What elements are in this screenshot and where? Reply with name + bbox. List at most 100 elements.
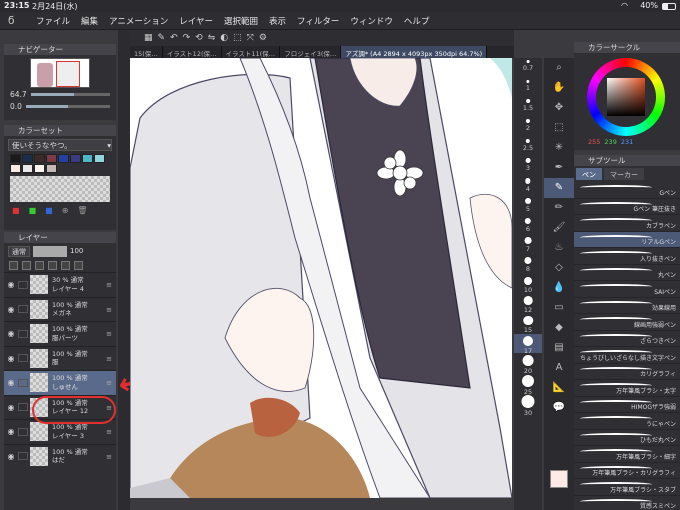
ruler-icon[interactable]: 📐	[544, 378, 574, 398]
menu-item[interactable]: 表示	[269, 15, 286, 27]
brush-size-option[interactable]: 30	[514, 393, 542, 417]
blend-icon[interactable]: 💧	[544, 278, 574, 298]
balloon-icon[interactable]: 💬	[544, 398, 574, 418]
color-red-icon[interactable]: ■	[12, 206, 20, 215]
document-tab[interactable]: フロジェイ3(保…	[280, 46, 342, 58]
color-swatch[interactable]	[22, 154, 33, 163]
move-icon[interactable]: ✥	[544, 98, 574, 118]
layer-menu-icon[interactable]: ≡	[106, 379, 112, 387]
brush-icon[interactable]: 🖌	[544, 218, 574, 238]
pen-quick-icon[interactable]: ✎	[158, 33, 166, 43]
color-swatch[interactable]	[10, 164, 21, 173]
tab-pen[interactable]: ペン	[576, 168, 602, 180]
layer-row[interactable]: ◉ 100 % 通常服 ≡	[4, 345, 116, 371]
zoom-icon[interactable]: ⌕	[544, 58, 574, 78]
brush-size-option[interactable]: 1	[514, 78, 542, 98]
settings-icon[interactable]: ⚙	[259, 33, 267, 43]
eye-icon[interactable]: ◉	[4, 354, 18, 363]
brush-item[interactable]: Gペン 筆圧抜き	[574, 199, 680, 215]
brush-size-option[interactable]: 17	[514, 333, 542, 355]
layer-menu-icon[interactable]: ≡	[106, 428, 112, 436]
angle-slider[interactable]	[25, 104, 110, 108]
gradient-icon[interactable]: ▤	[544, 338, 574, 358]
brush-item[interactable]: ちょうびしいざらなし描き文字ペン	[574, 347, 680, 364]
menu-item[interactable]: ウィンドウ	[350, 15, 393, 27]
brush-size-option[interactable]: 12	[514, 294, 542, 314]
brush-size-option[interactable]: 20	[514, 353, 542, 375]
fill-icon[interactable]: ◐	[220, 33, 228, 43]
eye-icon[interactable]: ◉	[4, 305, 18, 314]
layer-row[interactable]: ◉ 100 % 通常 しゅせん ≡	[4, 370, 116, 395]
layer-lock-icon[interactable]	[18, 403, 28, 412]
zoom-slider[interactable]	[30, 92, 110, 96]
layer-menu-icon[interactable]: ≡	[106, 330, 112, 338]
app-logo-icon[interactable]: ϭ	[8, 14, 15, 27]
current-color-swatch[interactable]	[550, 470, 568, 488]
eye-icon[interactable]: ◉	[4, 280, 18, 289]
brush-item[interactable]: 丸ペン	[574, 265, 680, 281]
brush-item[interactable]: SAIペン	[574, 281, 680, 298]
color-swatch[interactable]	[10, 154, 21, 163]
layer-tool-icon[interactable]	[9, 261, 18, 270]
color-blue-icon[interactable]: ■	[45, 206, 53, 215]
document-tab[interactable]: 15(保…	[130, 46, 163, 58]
grid-icon[interactable]: ▦	[144, 33, 153, 43]
color-green-icon[interactable]: ■	[29, 206, 37, 215]
menu-item[interactable]: アニメーション	[109, 15, 168, 27]
delete-color-icon[interactable]: 🗑	[77, 206, 87, 215]
brush-size-option[interactable]: 0.7	[514, 58, 542, 78]
layer-row[interactable]: ◉ 100 % 通常 メガネ ≡	[4, 296, 116, 322]
color-swatch[interactable]	[46, 154, 57, 163]
layer-lock-icon[interactable]	[18, 452, 28, 461]
document-tab[interactable]: アズ調* (A4 2894 x 4093px 350dpi 64.7%)	[341, 46, 488, 58]
brush-size-option[interactable]: 7	[514, 235, 542, 255]
brush-item[interactable]: Gペン	[574, 182, 680, 199]
color-swatch[interactable]	[94, 154, 105, 163]
layer-lock-icon[interactable]	[18, 378, 28, 387]
layer-row[interactable]: ◉ 100 % 通常 服パーツ ≡	[4, 321, 116, 346]
brush-item[interactable]: リアルGペン	[574, 231, 680, 248]
eye-icon[interactable]: ◉	[4, 452, 18, 461]
color-swatch[interactable]	[22, 164, 33, 173]
drawing-canvas[interactable]	[130, 58, 512, 498]
add-color-icon[interactable]: ⊕	[62, 206, 69, 215]
flip-icon[interactable]: ⇋	[208, 33, 216, 43]
menu-item[interactable]: レイヤー	[179, 15, 213, 27]
brush-item[interactable]: 万年筆風ブラシ・スタブ	[574, 479, 680, 496]
brush-size-option[interactable]: 2.5	[514, 137, 542, 157]
menu-item[interactable]: ファイル	[36, 15, 70, 27]
menu-item[interactable]: ヘルプ	[404, 15, 430, 27]
brush-size-option[interactable]: 8	[514, 255, 542, 275]
brush-size-option[interactable]: 15	[514, 314, 542, 334]
colorset-dropdown[interactable]: 使いそうなやつ。 ▾	[8, 139, 112, 151]
layer-lock-icon[interactable]	[18, 354, 28, 363]
color-swatch[interactable]	[58, 154, 69, 163]
undo-icon[interactable]: ↶	[170, 33, 178, 43]
brush-item[interactable]: 線画用強弱ペン	[574, 314, 680, 331]
transform-icon[interactable]: ⤧	[247, 33, 254, 43]
document-tab[interactable]: イラスト11(保…	[222, 46, 281, 58]
color-swatch[interactable]	[34, 154, 45, 163]
brush-size-option[interactable]: 2	[514, 117, 542, 137]
brush-size-option[interactable]: 3	[514, 156, 542, 176]
brush-item[interactable]: 万年筆風ブラシ・太字	[574, 380, 680, 397]
layer-menu-icon[interactable]: ≡	[106, 355, 112, 363]
eye-icon[interactable]: ◉	[4, 427, 18, 436]
text-icon[interactable]: A	[544, 358, 574, 378]
layer-tool-icon[interactable]	[35, 261, 44, 270]
menu-item[interactable]: 選択範囲	[224, 15, 258, 27]
selection-icon[interactable]: ⬚	[233, 33, 242, 43]
brush-item[interactable]: うにゃペン	[574, 413, 680, 430]
brush-size-option[interactable]: 6	[514, 216, 542, 236]
brush-item[interactable]: 入り抜きペン	[574, 248, 680, 265]
layer-menu-icon[interactable]: ≡	[106, 453, 112, 461]
saturation-value-square[interactable]	[607, 78, 645, 116]
brush-item[interactable]: カリグラフィ	[574, 364, 680, 380]
navigator-thumbnail[interactable]	[30, 58, 90, 88]
brush-size-option[interactable]: 25	[514, 373, 542, 396]
brush-item[interactable]: 質感スミペン	[574, 496, 680, 510]
layer-tool-icon[interactable]	[61, 261, 70, 270]
layer-tool-icon[interactable]	[74, 261, 83, 270]
layer-tool-icon[interactable]	[48, 261, 57, 270]
brush-item[interactable]: ざらつきペン	[574, 331, 680, 347]
